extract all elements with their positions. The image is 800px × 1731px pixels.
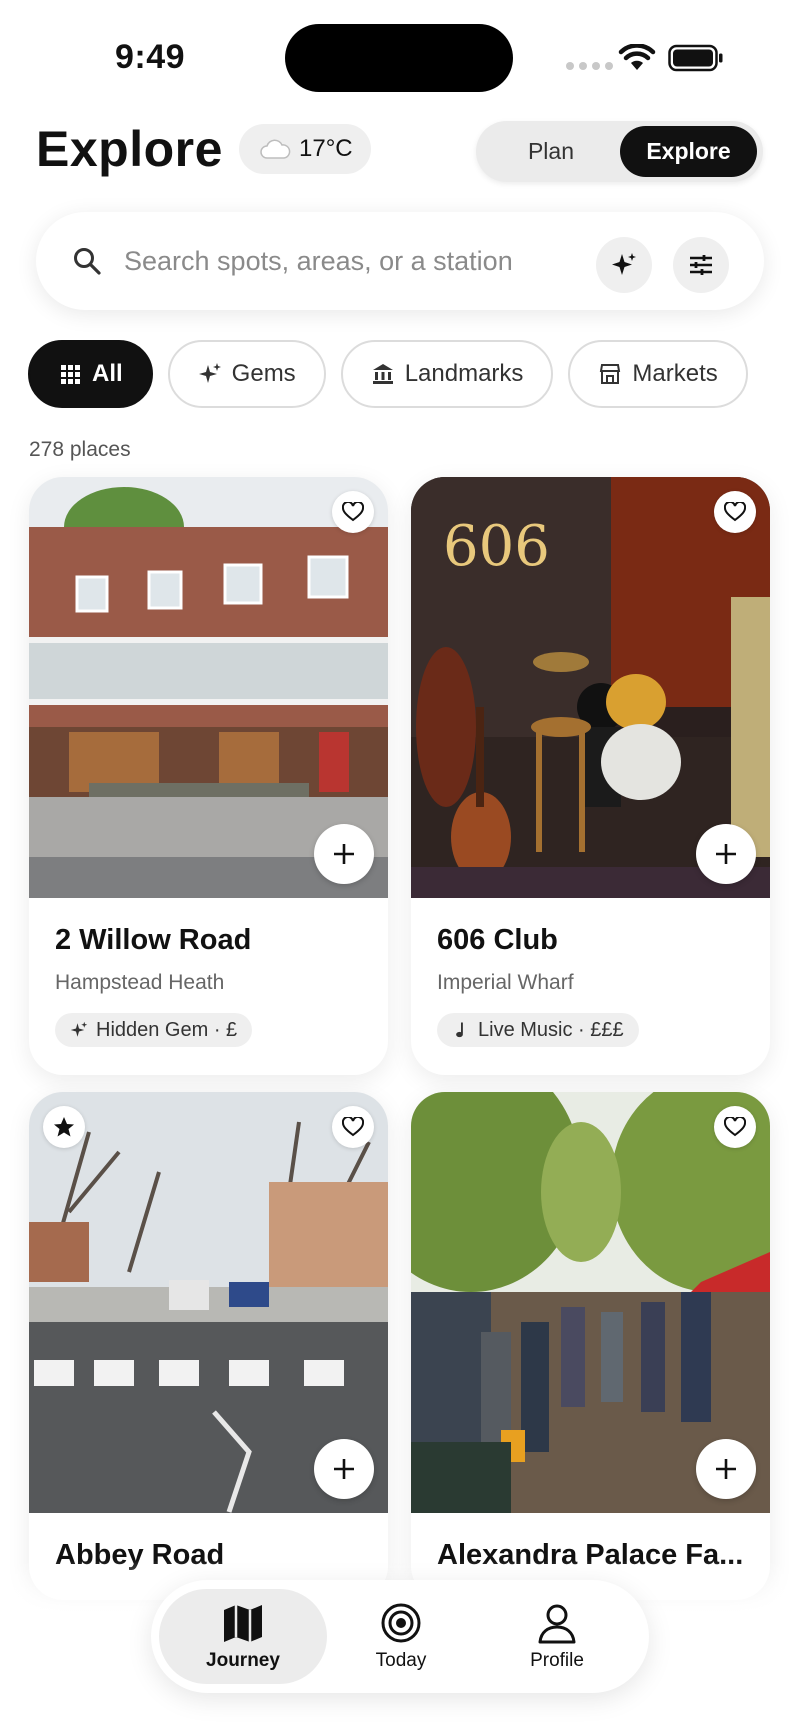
favorite-button[interactable] — [714, 491, 756, 533]
sparkle-icon — [612, 253, 636, 275]
nav-label: Journey — [206, 1649, 280, 1671]
plus-icon — [716, 1459, 736, 1479]
search-bar[interactable] — [36, 212, 764, 310]
chip-all[interactable]: All — [28, 340, 153, 408]
tag-label: Hidden Gem · £ — [96, 1018, 238, 1041]
chip-markets[interactable]: Markets — [568, 340, 748, 408]
person-icon — [538, 1604, 576, 1643]
nav-journey[interactable]: Journey — [159, 1589, 327, 1684]
weather-chip: 17°C — [239, 124, 371, 174]
status-time: 9:49 — [115, 38, 186, 76]
heart-icon — [724, 502, 746, 522]
grid-icon — [61, 365, 80, 384]
ai-search-button[interactable] — [596, 237, 652, 293]
place-tag: Live Music · £££ — [437, 1013, 639, 1047]
place-card[interactable]: 2 Willow Road Hampstead Heath Hidden Gem… — [29, 477, 388, 1075]
heart-icon — [342, 1117, 364, 1137]
svg-text:606: 606 — [443, 514, 550, 579]
cloud-icon — [260, 139, 291, 159]
place-photo — [29, 477, 388, 898]
wifi-icon — [618, 44, 656, 70]
cellular-signal-icon — [566, 62, 613, 70]
battery-icon — [668, 44, 723, 72]
mode-plan-button[interactable]: Plan — [482, 126, 620, 177]
nav-label: Today — [375, 1649, 427, 1671]
search-input[interactable] — [124, 240, 564, 282]
favorite-button[interactable] — [332, 491, 374, 533]
place-card[interactable]: 606 606 Club Imperial Wharf Live Music ·… — [411, 477, 770, 1075]
page-title: Explore — [36, 121, 223, 177]
chip-gems[interactable]: Gems — [167, 340, 326, 408]
place-photo: 606 — [411, 477, 770, 898]
target-icon — [381, 1603, 421, 1642]
bottom-nav: Journey Today Profile — [151, 1580, 649, 1693]
favorite-button[interactable] — [332, 1106, 374, 1148]
status-bar: 9:49 — [0, 0, 800, 110]
favorite-button[interactable] — [714, 1106, 756, 1148]
map-icon — [224, 1604, 262, 1642]
nav-profile[interactable]: Profile — [473, 1589, 641, 1684]
place-area: Imperial Wharf — [437, 971, 574, 994]
chip-label: All — [92, 360, 123, 387]
filters-button[interactable] — [673, 237, 729, 293]
place-card[interactable]: Alexandra Palace Fa... — [411, 1092, 770, 1600]
star-icon — [54, 1117, 74, 1137]
heart-icon — [724, 1117, 746, 1137]
place-area: Hampstead Heath — [55, 971, 225, 994]
place-photo — [29, 1092, 388, 1513]
storefront-icon — [600, 364, 621, 384]
results-count: 278 places — [29, 438, 131, 461]
temperature: 17°C — [299, 135, 353, 162]
sliders-icon — [690, 255, 712, 275]
chip-landmarks[interactable]: Landmarks — [340, 340, 554, 408]
sparkle-icon — [198, 363, 221, 383]
add-to-plan-button[interactable] — [314, 1439, 374, 1499]
place-photo — [411, 1092, 770, 1513]
plus-icon — [334, 844, 354, 864]
place-card[interactable]: Abbey Road — [29, 1092, 388, 1600]
mode-toggle[interactable]: Plan Explore — [476, 121, 763, 182]
dynamic-island — [285, 24, 513, 92]
tag-label: Live Music · £££ — [478, 1018, 624, 1041]
place-tag: Hidden Gem · £ — [55, 1013, 253, 1047]
music-note-icon — [456, 1022, 463, 1038]
place-name: 2 Willow Road — [55, 924, 252, 956]
nav-today[interactable]: Today — [317, 1589, 485, 1684]
landmark-icon — [372, 364, 393, 384]
add-to-plan-button[interactable] — [696, 824, 756, 884]
nav-label: Profile — [530, 1649, 584, 1671]
heart-icon — [342, 502, 364, 522]
chip-label: Gems — [231, 360, 296, 387]
sparkle-icon — [70, 1021, 88, 1037]
place-name: 606 Club — [437, 924, 558, 956]
category-chips: All Gems Landmarks Markets — [28, 340, 748, 408]
plus-icon — [716, 844, 736, 864]
add-to-plan-button[interactable] — [314, 824, 374, 884]
featured-badge — [43, 1106, 85, 1148]
chip-label: Markets — [632, 360, 718, 387]
chip-label: Landmarks — [404, 360, 524, 387]
add-to-plan-button[interactable] — [696, 1439, 756, 1499]
search-icon — [74, 248, 101, 275]
plus-icon — [334, 1459, 354, 1479]
mode-explore-button[interactable]: Explore — [620, 126, 757, 177]
